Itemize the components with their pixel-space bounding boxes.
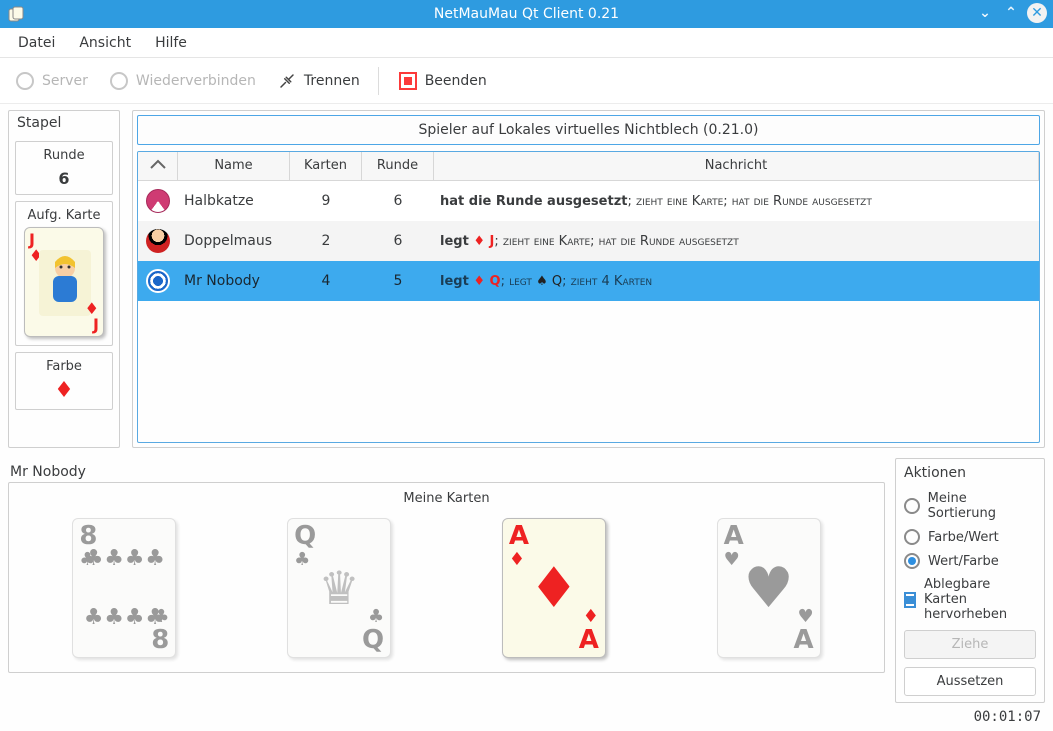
timer: 00:01:07 — [974, 709, 1041, 725]
col-cards[interactable]: Karten — [290, 152, 362, 181]
player-name-cell: Doppelmaus — [178, 225, 290, 257]
separator — [378, 67, 379, 95]
menu-view[interactable]: Ansicht — [69, 31, 141, 55]
window-title: NetMauMau Qt Client 0.21 — [0, 6, 1053, 22]
hand-panel: Meine Karten 8♣♣♣♣♣♣♣♣♣♣8 Q♣♛♣Q A♦♦♦A A♥♥♥A — [8, 482, 885, 673]
hand-card: Q♣♛♣Q — [287, 518, 391, 658]
hand-card: A♥♥♥A — [717, 518, 821, 658]
actions-header: Aktionen — [904, 465, 1036, 481]
cards-cell: 4 — [290, 265, 362, 297]
player-avatar-icon — [146, 269, 170, 293]
sort-value-suit-option[interactable]: Wert/Farbe — [904, 553, 1036, 569]
menu-help[interactable]: Hilfe — [145, 31, 197, 55]
player-name-cell: Mr Nobody — [178, 265, 290, 297]
server-caption: Spieler auf Lokales virtuelles Nichtblec… — [137, 115, 1040, 145]
round-cell: 6 — [362, 225, 434, 257]
jack-figure-icon — [39, 250, 91, 316]
highlight-option[interactable]: Ablegbare Karten hervorheben — [904, 577, 1036, 622]
maximize-icon[interactable]: ⌃ — [1001, 3, 1021, 23]
actions-panel: Aktionen Meine Sortierung Farbe/Wert Wer… — [895, 458, 1045, 703]
player-name: Mr Nobody — [8, 458, 885, 482]
globe-icon — [14, 70, 36, 92]
round-cell: 5 — [362, 265, 434, 297]
menu-file[interactable]: Datei — [8, 31, 65, 55]
toolbar-server: Server — [8, 66, 94, 96]
open-card-label: Aufg. Karte — [20, 208, 108, 223]
menu-bar: Datei Ansicht Hilfe — [0, 28, 1053, 58]
stack-header: Stapel — [9, 111, 119, 135]
toolbar-quit[interactable]: Beenden — [391, 66, 493, 96]
stack-panel: Stapel Runde 6 Aufg. Karte J ♦ ♦ J Farbe… — [8, 110, 120, 448]
globe-icon — [108, 70, 130, 92]
plug-icon — [276, 70, 298, 92]
table-row[interactable]: Mr Nobody45legt ♦ Q; legt ♠ Q; zieht 4 K… — [138, 261, 1039, 301]
card-rank-br: J — [93, 315, 99, 334]
sort-icon[interactable] — [138, 152, 178, 181]
round-box: Runde 6 — [15, 141, 113, 195]
player-name-cell: Halbkatze — [178, 185, 290, 217]
message-cell: legt ♦ J; zieht eine Karte; hat die Rund… — [434, 226, 1039, 257]
color-box: Farbe ♦ — [15, 352, 113, 410]
draw-button: Ziehe — [904, 630, 1036, 659]
skip-button[interactable]: Aussetzen — [904, 667, 1036, 696]
hand-title: Meine Karten — [17, 487, 876, 514]
hand-card[interactable]: A♦♦♦A — [502, 518, 606, 658]
table-header: Name Karten Runde Nachricht — [138, 152, 1039, 181]
open-card-box: Aufg. Karte J ♦ ♦ J — [15, 201, 113, 346]
cards-cell: 9 — [290, 185, 362, 217]
toolbar: Server Wiederverbinden Trennen Beenden — [0, 58, 1053, 104]
table-row[interactable]: Halbkatze96hat die Runde ausgesetzt; zie… — [138, 181, 1039, 221]
exit-icon — [397, 70, 419, 92]
sort-mine-option[interactable]: Meine Sortierung — [904, 491, 1036, 521]
toolbar-disconnect[interactable]: Trennen — [270, 66, 366, 96]
col-message[interactable]: Nachricht — [434, 152, 1039, 181]
message-cell: hat die Runde ausgesetzt; zieht eine Kar… — [434, 186, 1039, 217]
color-label: Farbe — [20, 359, 108, 374]
table-row[interactable]: Doppelmaus26legt ♦ J; zieht eine Karte; … — [138, 221, 1039, 261]
close-icon[interactable]: ✕ — [1027, 3, 1047, 23]
round-value: 6 — [20, 169, 108, 188]
round-cell: 6 — [362, 185, 434, 217]
players-table: Name Karten Runde Nachricht Halbkatze96h… — [137, 151, 1040, 443]
cards-cell: 2 — [290, 225, 362, 257]
message-cell: legt ♦ Q; legt ♠ Q; zieht 4 Karten — [434, 266, 1039, 297]
player-avatar-icon — [146, 189, 170, 213]
col-name[interactable]: Name — [178, 152, 290, 181]
col-round[interactable]: Runde — [362, 152, 434, 181]
color-suit: ♦ — [20, 378, 108, 403]
title-bar: NetMauMau Qt Client 0.21 ⌄ ⌃ ✕ — [0, 0, 1053, 28]
sort-suit-value-option[interactable]: Farbe/Wert — [904, 529, 1036, 545]
toolbar-reconnect: Wiederverbinden — [102, 66, 262, 96]
round-label: Runde — [20, 148, 108, 163]
open-card: J ♦ ♦ J — [24, 227, 104, 337]
player-avatar-icon — [146, 229, 170, 253]
minimize-icon[interactable]: ⌄ — [975, 3, 995, 23]
hand-card: 8♣♣♣♣♣♣♣♣♣♣8 — [72, 518, 176, 658]
players-panel: Spieler auf Lokales virtuelles Nichtblec… — [132, 110, 1045, 448]
